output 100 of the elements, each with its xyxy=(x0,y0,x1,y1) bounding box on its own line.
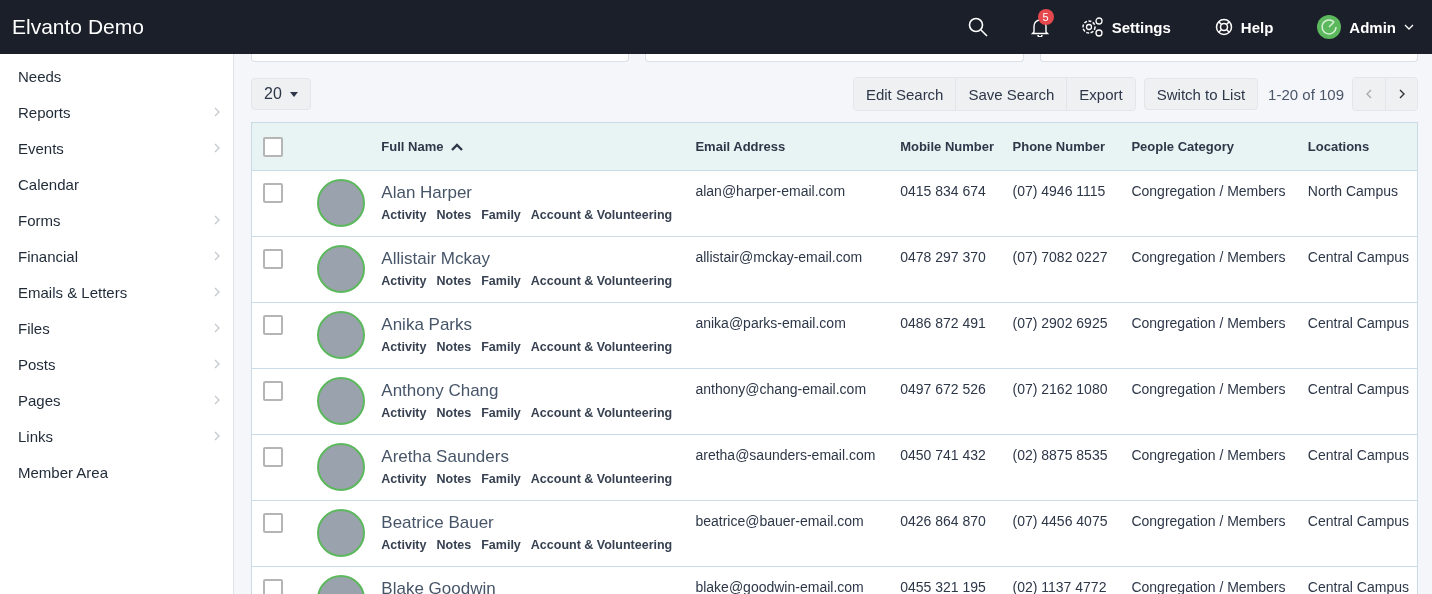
row-checkbox[interactable] xyxy=(263,579,283,594)
person-tab-link[interactable]: Account & Volunteering xyxy=(530,406,673,420)
search-icon[interactable] xyxy=(967,17,988,37)
chevron-right-icon xyxy=(213,394,221,406)
toolbar-button[interactable]: Export xyxy=(1067,78,1135,110)
phone-cell: (07) 2162 1080 xyxy=(1012,381,1108,397)
chevron-left-icon xyxy=(1365,88,1373,100)
sidebar-item[interactable]: Financial xyxy=(0,238,233,274)
avatar-photo-placeholder xyxy=(317,509,366,557)
location-cell: North Campus xyxy=(1307,183,1399,199)
person-name-link[interactable]: Blake Goodwin xyxy=(381,579,496,594)
location-cell: Central Campus xyxy=(1307,447,1409,463)
phone-cell: (07) 4946 1115 xyxy=(1012,183,1106,199)
person-tab-link[interactable]: Notes xyxy=(436,538,472,552)
mobile-cell: 0497 672 526 xyxy=(900,381,986,397)
mobile-cell: 0426 864 870 xyxy=(900,513,986,529)
filter-field[interactable] xyxy=(645,54,1024,62)
avatar-photo-placeholder xyxy=(317,377,366,425)
sidebar-item[interactable]: Calendar xyxy=(0,166,233,202)
sidebar-item[interactable]: Needs xyxy=(0,58,233,94)
toolbar-button[interactable]: Save Search xyxy=(956,78,1068,110)
sidebar-item[interactable]: Reports xyxy=(0,94,233,130)
row-checkbox[interactable] xyxy=(263,249,283,269)
email-cell: beatrice@bauer-email.com xyxy=(695,513,864,529)
person-tab-link[interactable]: Account & Volunteering xyxy=(530,340,673,354)
person-tab-link[interactable]: Family xyxy=(481,274,521,288)
mobile-cell: 0478 297 370 xyxy=(900,249,986,265)
chevron-right-icon xyxy=(213,142,221,154)
settings-button[interactable]: Settings xyxy=(1079,17,1171,37)
sidebar-item[interactable]: Member Area xyxy=(0,454,233,490)
app-title: Elvanto Demo xyxy=(12,15,145,39)
filter-field[interactable] xyxy=(1039,54,1418,62)
person-tab-link[interactable]: Family xyxy=(481,340,521,354)
mobile-cell: 0415 834 674 xyxy=(900,183,986,199)
toolbar-button[interactable]: Edit Search xyxy=(853,78,957,110)
category-cell: Congregation / Members xyxy=(1131,381,1286,397)
person-tab-link[interactable]: Activity xyxy=(381,538,427,552)
sort-ascending-icon xyxy=(451,142,464,151)
sidebar-item[interactable]: Posts xyxy=(0,346,233,382)
person-tab-link[interactable]: Account & Volunteering xyxy=(530,472,673,486)
location-cell: Central Campus xyxy=(1307,579,1409,594)
previous-page-button[interactable] xyxy=(1353,78,1385,110)
person-name-link[interactable]: Allistair Mckay xyxy=(381,249,490,269)
row-checkbox[interactable] xyxy=(263,447,283,467)
notification-badge: 5 xyxy=(1037,9,1054,25)
filter-field[interactable] xyxy=(251,54,630,62)
avatar-photo-placeholder xyxy=(317,179,366,227)
person-tab-link[interactable]: Activity xyxy=(381,472,427,486)
category-cell: Congregation / Members xyxy=(1131,513,1286,529)
person-tab-link[interactable]: Notes xyxy=(436,340,472,354)
person-name-link[interactable]: Aretha Saunders xyxy=(381,447,509,467)
user-menu[interactable]: Admin xyxy=(1317,15,1414,39)
sidebar-item[interactable]: Pages xyxy=(0,382,233,418)
help-button[interactable]: Help xyxy=(1214,18,1274,36)
category-cell: Congregation / Members xyxy=(1131,315,1286,331)
email-cell: aretha@saunders-email.com xyxy=(695,447,876,463)
person-tab-link[interactable]: Notes xyxy=(436,472,472,486)
email-cell: allistair@mckay-email.com xyxy=(695,249,863,265)
person-name-link[interactable]: Beatrice Bauer xyxy=(381,513,494,533)
page-size-dropdown[interactable]: 20 xyxy=(251,78,311,110)
person-tab-link[interactable]: Activity xyxy=(381,406,427,420)
lifebuoy-icon xyxy=(1214,18,1233,36)
person-tab-link[interactable]: Family xyxy=(481,472,521,486)
caret-down-icon xyxy=(289,91,298,97)
sidebar-item[interactable]: Links xyxy=(0,418,233,454)
sidebar-item[interactable]: Events xyxy=(0,130,233,166)
person-tab-link[interactable]: Account & Volunteering xyxy=(530,208,673,222)
select-all-checkbox[interactable] xyxy=(263,136,283,157)
person-tab-link[interactable]: Activity xyxy=(381,208,427,222)
chevron-right-icon xyxy=(1397,88,1406,100)
person-tab-link[interactable]: Notes xyxy=(436,274,472,288)
person-tab-link[interactable]: Notes xyxy=(436,208,472,222)
email-cell: alan@harper-email.com xyxy=(695,183,846,199)
row-checkbox[interactable] xyxy=(263,513,283,533)
person-tab-link[interactable]: Account & Volunteering xyxy=(530,274,673,288)
location-cell: Central Campus xyxy=(1307,315,1409,331)
person-tab-link[interactable]: Activity xyxy=(381,340,427,354)
sidebar-item[interactable]: Forms xyxy=(0,202,233,238)
sidebar-item[interactable]: Emails & Letters xyxy=(0,274,233,310)
person-tab-link[interactable]: Family xyxy=(481,406,521,420)
next-page-button[interactable] xyxy=(1385,78,1417,110)
person-tab-link[interactable]: Account & Volunteering xyxy=(530,538,673,552)
switch-to-list-button[interactable]: Switch to List xyxy=(1143,78,1259,110)
sidebar-item[interactable]: Files xyxy=(0,310,233,346)
row-checkbox[interactable] xyxy=(263,315,283,335)
row-checkbox[interactable] xyxy=(263,183,283,203)
person-name-link[interactable]: Anthony Chang xyxy=(381,381,499,401)
user-avatar-icon xyxy=(1317,15,1342,39)
chevron-right-icon xyxy=(213,430,221,442)
phone-cell: (02) 8875 8535 xyxy=(1012,447,1108,463)
location-cell: Central Campus xyxy=(1307,381,1409,397)
email-cell: blake@goodwin-email.com xyxy=(695,579,864,594)
person-tab-link[interactable]: Family xyxy=(481,208,521,222)
row-checkbox[interactable] xyxy=(263,381,283,401)
avatar-photo-placeholder xyxy=(317,245,366,293)
person-tab-link[interactable]: Family xyxy=(481,538,521,552)
person-tab-link[interactable]: Activity xyxy=(381,274,427,288)
person-name-link[interactable]: Alan Harper xyxy=(381,183,473,203)
person-name-link[interactable]: Anika Parks xyxy=(381,315,472,335)
person-tab-link[interactable]: Notes xyxy=(436,406,472,420)
